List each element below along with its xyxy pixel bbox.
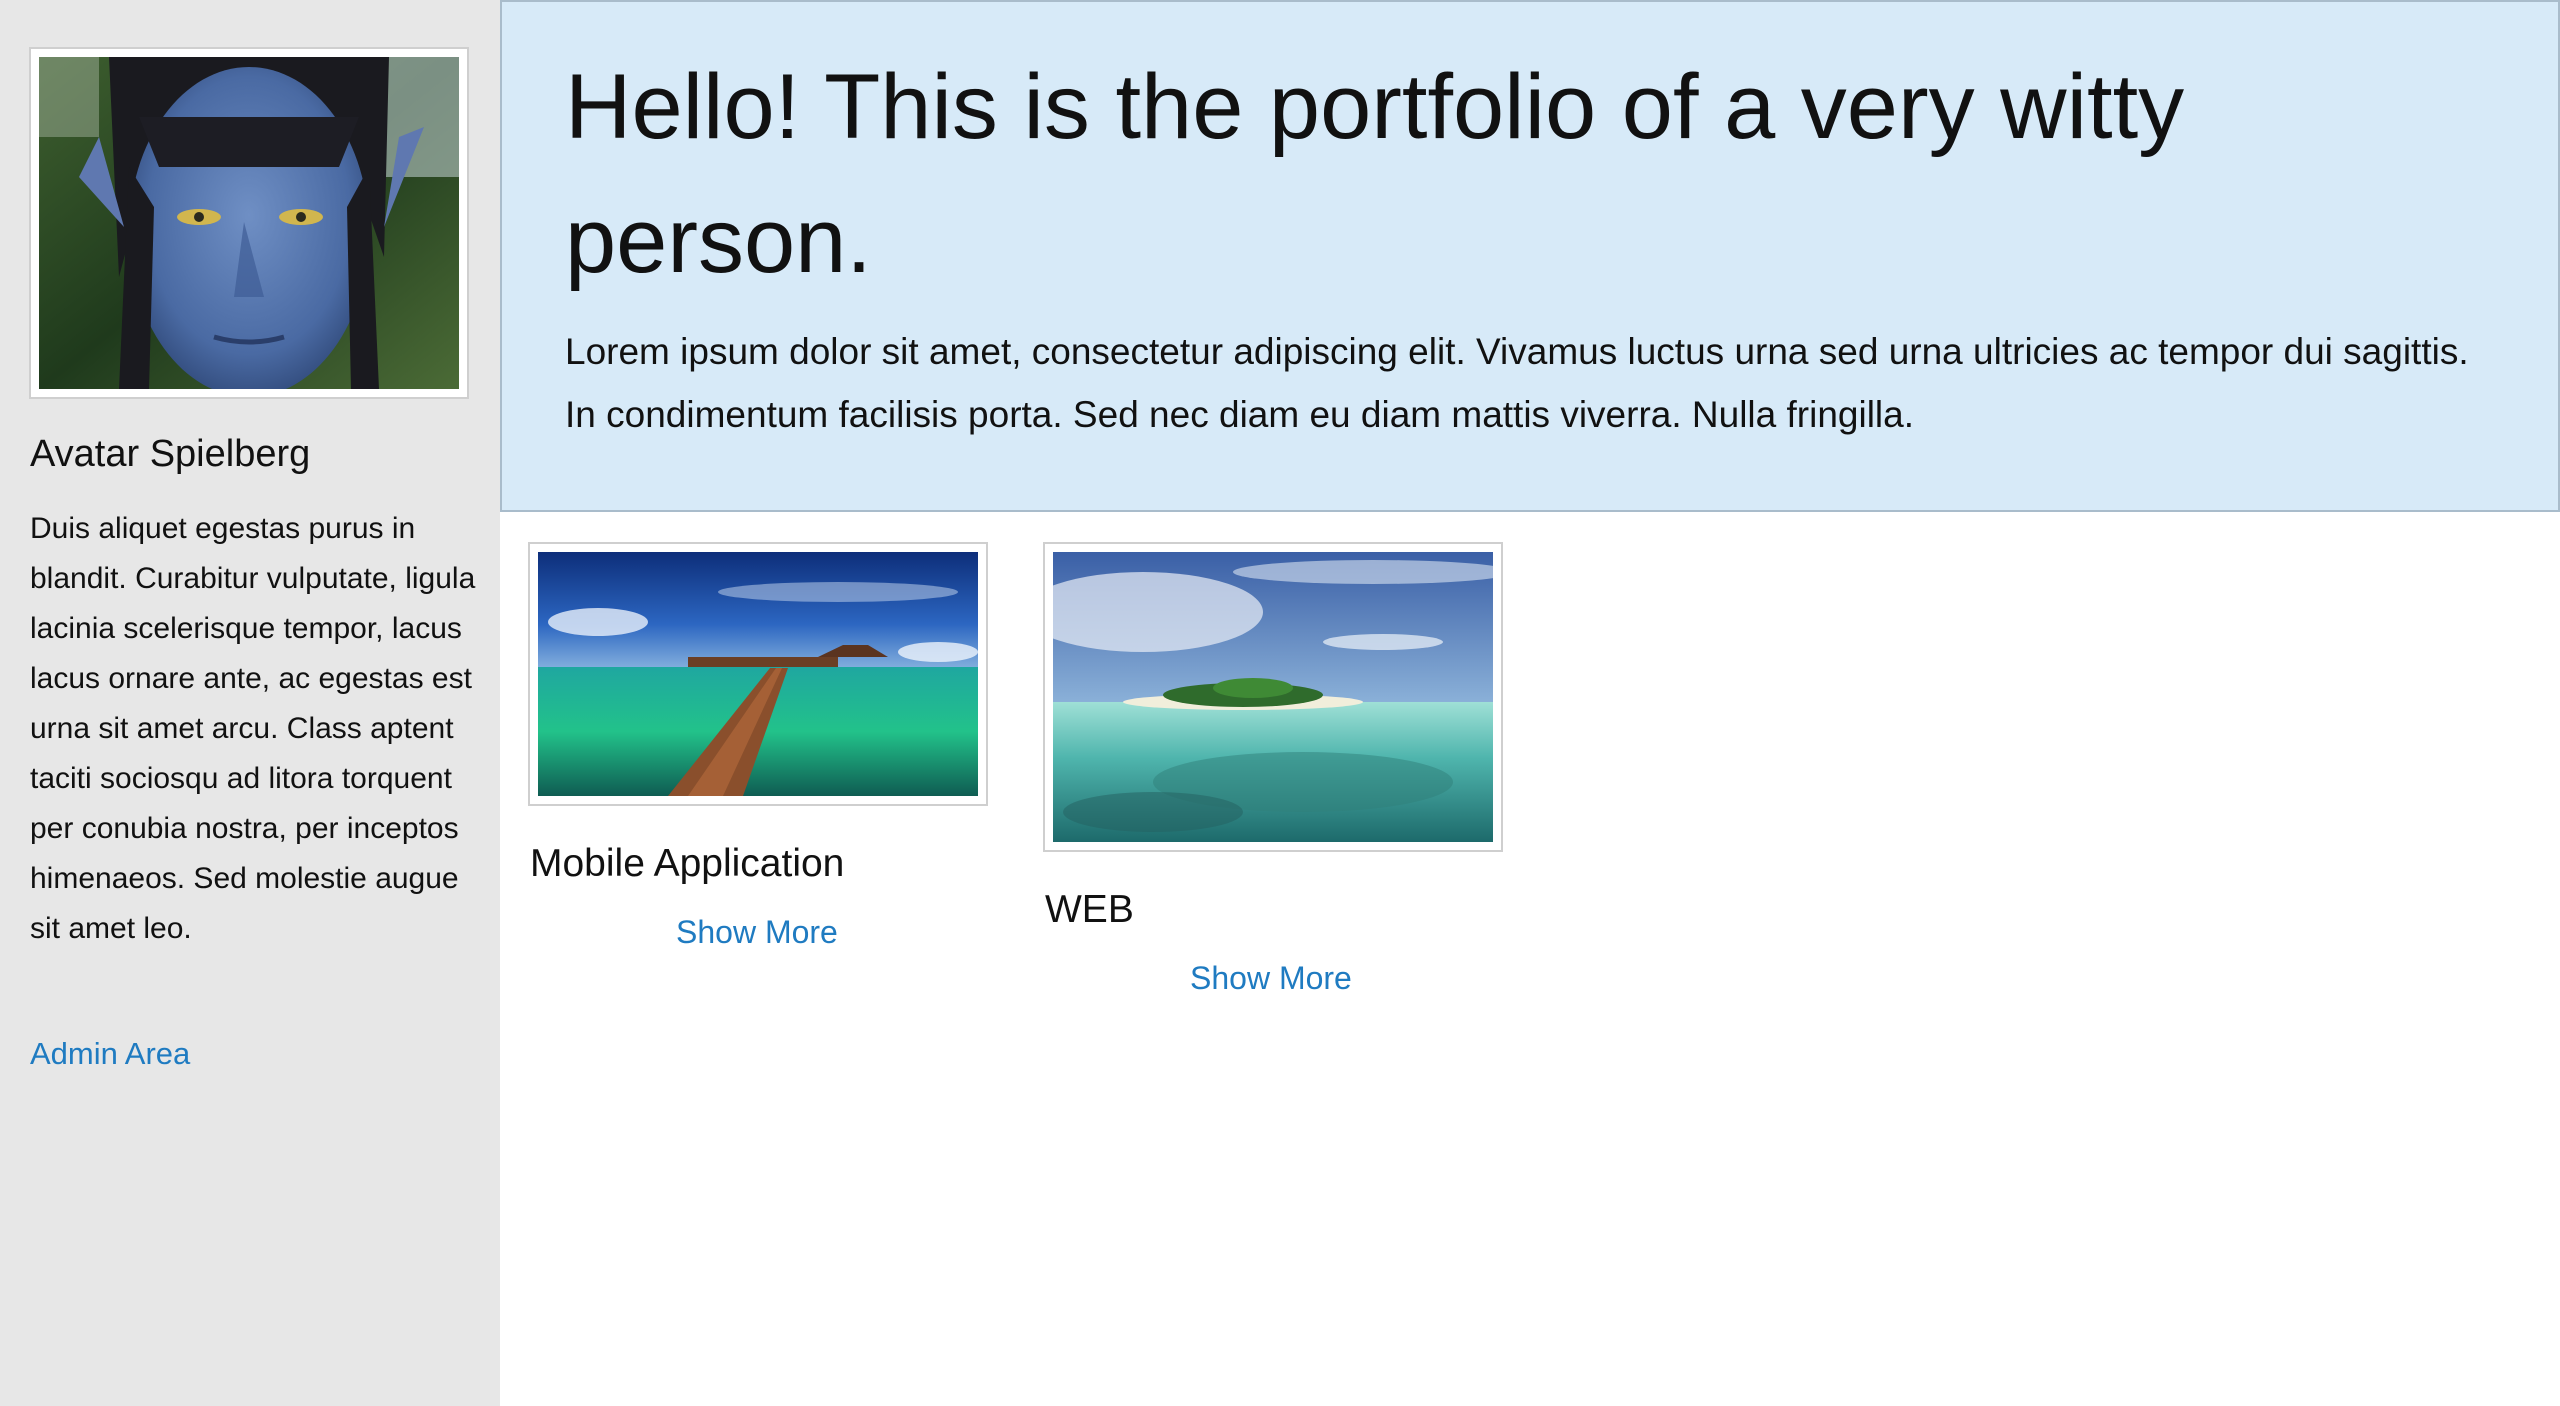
sidebar: Avatar Spielberg Duis aliquet egestas pu… xyxy=(0,0,500,1406)
project-thumbnail[interactable] xyxy=(1043,542,1503,852)
pier-over-lagoon-image xyxy=(538,552,978,796)
page: Avatar Spielberg Duis aliquet egestas pu… xyxy=(0,0,2560,1406)
hero-title: Hello! This is the portfolio of a very w… xyxy=(565,56,2185,292)
project-card: Mobile Application Show More xyxy=(528,542,988,950)
show-more-link[interactable]: Show More xyxy=(1190,960,1352,997)
project-title: Mobile Application xyxy=(530,842,845,885)
avatar xyxy=(29,47,469,399)
profile-bio: Duis aliquet egestas purus in blandit. C… xyxy=(30,512,476,945)
project-title: WEB xyxy=(1045,888,1134,931)
project-card: WEB Show More xyxy=(1043,542,1503,996)
hero-banner: Hello! This is the portfolio of a very w… xyxy=(500,0,2560,512)
avatar-image xyxy=(39,57,459,389)
hero-text: Lorem ipsum dolor sit amet, consectetur … xyxy=(565,331,2469,435)
show-more-link[interactable]: Show More xyxy=(676,914,838,951)
tropical-island-image xyxy=(1053,552,1493,842)
profile-name: Avatar Spielberg xyxy=(30,433,311,475)
project-thumbnail[interactable] xyxy=(528,542,988,806)
admin-area-link[interactable]: Admin Area xyxy=(30,1036,190,1072)
